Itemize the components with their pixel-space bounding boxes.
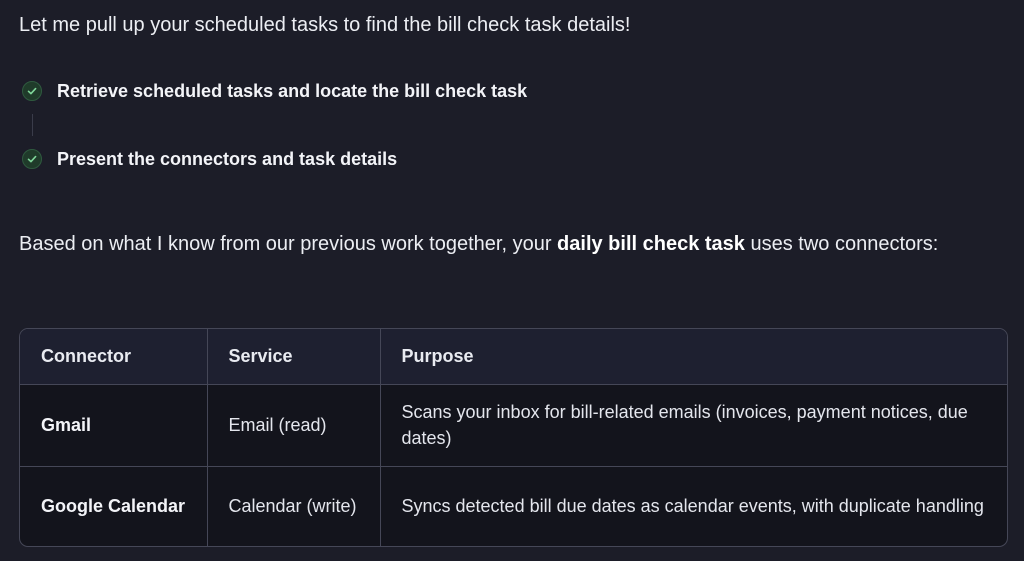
chat-message: Let me pull up your scheduled tasks to f… (0, 0, 1024, 561)
service-cell: Calendar (write) (207, 466, 381, 546)
connectors-table: Connector Service Purpose Gmail Email (r… (19, 328, 1008, 547)
table-header-row: Connector Service Purpose (20, 329, 1007, 385)
step-connector-line (32, 114, 33, 136)
summary-text: Based on what I know from our previous w… (19, 227, 959, 262)
connector-cell: Google Calendar (20, 466, 208, 546)
intro-text: Let me pull up your scheduled tasks to f… (19, 14, 631, 36)
step-label: Retrieve scheduled tasks and locate the … (57, 80, 528, 101)
column-header-connector: Connector (20, 329, 208, 385)
purpose-cell: Scans your inbox for bill-related emails… (380, 384, 1007, 467)
service-cell: Email (read) (207, 384, 381, 467)
table-row: Gmail Email (read) Scans your inbox for … (20, 384, 1007, 467)
connector-cell: Gmail (20, 384, 208, 467)
column-header-service: Service (207, 329, 381, 385)
purpose-cell: Syncs detected bill due dates as calenda… (401, 496, 984, 517)
check-circle-icon (22, 149, 42, 169)
table-row: Google Calendar Calendar (write) Syncs d… (20, 466, 1007, 546)
step-label: Present the connectors and task details (57, 148, 398, 169)
summary-bold: daily bill check task (557, 233, 745, 255)
check-circle-icon (22, 81, 42, 101)
column-header-purpose: Purpose (380, 329, 1007, 385)
summary-suffix: uses two connectors: (744, 233, 939, 255)
step-item: Retrieve scheduled tasks and locate the … (19, 76, 527, 106)
summary-prefix: Based on what I know from our previous w… (19, 233, 558, 255)
step-item: Present the connectors and task details (19, 144, 397, 174)
